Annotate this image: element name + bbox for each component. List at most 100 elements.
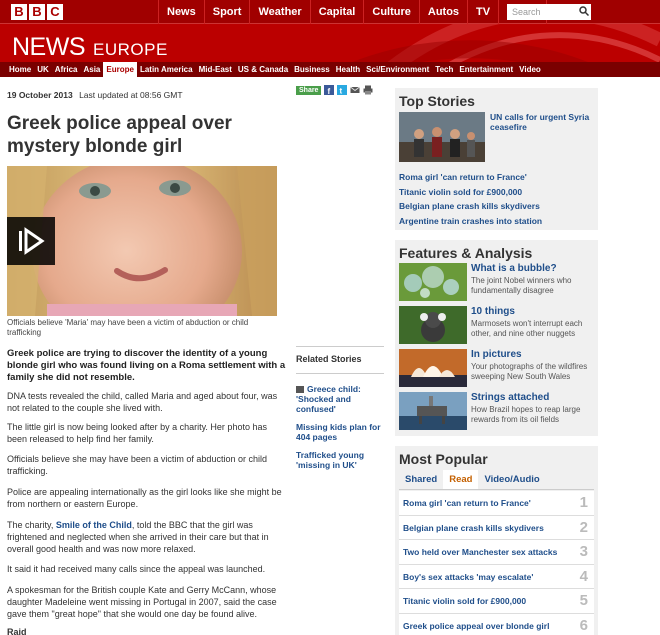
- feature-desc: The joint Nobel winners who fundamentall…: [471, 276, 572, 295]
- global-nav-tv[interactable]: TV: [467, 0, 498, 24]
- related-title: Related Stories: [296, 346, 384, 364]
- article-paragraph: It said it had received many calls since…: [7, 564, 266, 574]
- most-popular-item[interactable]: Belgian plane crash kills skydivers 2: [399, 516, 594, 540]
- logo-letter: B: [29, 4, 45, 20]
- charity-link[interactable]: Smile of the Child: [56, 520, 132, 530]
- tab-shared[interactable]: Shared: [399, 470, 443, 489]
- most-popular-item[interactable]: Boy's sex attacks 'may escalate' 4: [399, 565, 594, 589]
- section-nav-item-active[interactable]: Europe: [103, 62, 137, 77]
- feature-desc: Your photographs of the wildfires sweepi…: [471, 362, 588, 381]
- most-popular-item[interactable]: Titanic violin sold for £900,000 5: [399, 589, 594, 614]
- related-item[interactable]: Greece child: 'Shocked and confused': [296, 384, 384, 414]
- global-nav-sport[interactable]: Sport: [203, 0, 250, 24]
- top-story-item[interactable]: Titanic violin sold for £900,000: [399, 185, 594, 200]
- global-nav-weather[interactable]: Weather: [249, 0, 309, 24]
- rank-number: 2: [579, 518, 588, 536]
- related-item-label: Greece child: 'Shocked and confused': [296, 384, 361, 414]
- global-nav-capital[interactable]: Capital: [309, 0, 364, 24]
- article-subhead: Raid: [7, 627, 27, 635]
- feature-desc: Marmosets won't interrupt each other, an…: [471, 319, 583, 338]
- section-nav-item[interactable]: Business: [291, 62, 333, 77]
- video-play-icon[interactable]: [7, 217, 55, 265]
- top-story-item[interactable]: Belgian plane crash kills skydivers: [399, 199, 594, 214]
- section-nav-item[interactable]: Sci/Environment: [363, 62, 432, 77]
- top-story-lead-link[interactable]: UN calls for urgent Syria ceasefire: [490, 112, 590, 132]
- feature-title: 10 things: [471, 306, 515, 317]
- most-popular-item-label: Boy's sex attacks 'may escalate': [403, 571, 534, 582]
- section-nav-item[interactable]: Latin America: [137, 62, 196, 77]
- features-panel: Features & Analysis What is a bubble? Th…: [395, 240, 598, 436]
- feature-title: In pictures: [471, 349, 522, 360]
- rank-number: 4: [579, 567, 588, 585]
- feature-title: What is a bubble?: [471, 263, 557, 274]
- article-paragraph: Officials believe she may have been a vi…: [7, 454, 267, 476]
- feature-title: Strings attached: [471, 392, 550, 403]
- feature-desc: How Brazil hopes to reap large rewards f…: [471, 405, 581, 424]
- article-date: 19 October 2013: [7, 90, 73, 100]
- top-story-thumbnail[interactable]: [399, 112, 485, 162]
- marmoset-thumbnail: [399, 306, 467, 344]
- most-popular-item[interactable]: Roma girl 'can return to France' 1: [399, 491, 594, 516]
- most-popular-item[interactable]: Greek police appeal over blonde girl 6: [399, 614, 594, 635]
- article-updated: Last updated at 08:56 GMT: [79, 90, 183, 100]
- top-stories-list: Roma girl 'can return to France' Titanic…: [399, 170, 594, 228]
- section-nav-item[interactable]: Video: [516, 62, 544, 77]
- most-popular-list: Roma girl 'can return to France' 1 Belgia…: [399, 491, 594, 635]
- top-story-item[interactable]: Argentine train crashes into station: [399, 214, 594, 229]
- most-popular-tabs: Shared Read Video/Audio: [399, 470, 594, 490]
- print-icon[interactable]: [363, 85, 373, 95]
- news-brand[interactable]: NEWS EUROPE: [12, 33, 168, 62]
- top-story-item[interactable]: Roma girl 'can return to France': [399, 170, 594, 185]
- global-nav-culture[interactable]: Culture: [363, 0, 419, 24]
- rank-number: 5: [579, 592, 588, 609]
- section-nav-item[interactable]: UK: [34, 62, 52, 77]
- bubbles-thumbnail: [399, 263, 467, 301]
- bbc-logo[interactable]: B B C: [11, 4, 63, 20]
- features-title: Features & Analysis: [399, 245, 533, 261]
- top-stories-panel: Top Stories UN calls for urgent Syria ce…: [395, 88, 598, 230]
- rank-number: 3: [579, 543, 588, 560]
- email-icon[interactable]: [350, 85, 361, 95]
- share-bar: Share f t: [296, 85, 373, 95]
- twitter-icon[interactable]: t: [337, 85, 348, 96]
- opera-house-thumbnail: [399, 349, 467, 387]
- brand-name: NEWS: [12, 33, 86, 61]
- divider: [296, 373, 384, 374]
- feature-item[interactable]: What is a bubble? The joint Nobel winner…: [399, 263, 594, 303]
- most-popular-panel: Most Popular Shared Read Video/Audio Rom…: [395, 446, 598, 635]
- svg-text:f: f: [328, 87, 331, 95]
- top-stories-title: Top Stories: [399, 93, 475, 109]
- edition-name: EUROPE: [93, 40, 168, 59]
- related-item[interactable]: Trafficked young 'missing in UK': [296, 450, 384, 470]
- section-nav-item[interactable]: Asia: [80, 62, 103, 77]
- feature-item[interactable]: 10 things Marmosets won't interrupt each…: [399, 306, 594, 346]
- rank-number: 1: [579, 494, 588, 511]
- article-paragraph: The charity, Smile of the Child, told th…: [7, 519, 287, 555]
- svg-text:t: t: [340, 87, 343, 96]
- photo-caption: Officials believe 'Maria' may have been …: [7, 318, 249, 337]
- search-icon[interactable]: [579, 6, 589, 16]
- section-nav-item[interactable]: Mid-East: [196, 62, 235, 77]
- tab-read[interactable]: Read: [443, 470, 479, 489]
- article-paragraph: A spokesman for the British couple Kate …: [7, 585, 277, 619]
- feature-item[interactable]: In pictures Your photographs of the wild…: [399, 349, 594, 389]
- section-nav-item[interactable]: Entertainment: [456, 62, 516, 77]
- section-nav-item[interactable]: US & Canada: [235, 62, 291, 77]
- article-intro: Greek police are trying to discover the …: [7, 348, 286, 383]
- related-stories: Related Stories Greece child: 'Shocked a…: [296, 346, 384, 478]
- most-popular-item[interactable]: Two held over Manchester sex attacks 3: [399, 540, 594, 565]
- facebook-icon[interactable]: f: [324, 85, 335, 95]
- related-item[interactable]: Missing kids plan for 404 pages: [296, 422, 384, 442]
- feature-item[interactable]: Strings attached How Brazil hopes to rea…: [399, 392, 594, 432]
- most-popular-item-label: Roma girl 'can return to France': [403, 498, 531, 508]
- share-button[interactable]: Share: [296, 85, 322, 95]
- global-nav-news[interactable]: News: [158, 0, 204, 24]
- section-nav-item[interactable]: Home: [6, 62, 34, 77]
- article-paragraph: DNA tests revealed the child, called Mar…: [7, 391, 278, 413]
- global-nav-autos[interactable]: Autos: [418, 0, 467, 24]
- tab-video-audio[interactable]: Video/Audio: [478, 470, 545, 489]
- section-nav-item[interactable]: Tech: [432, 62, 456, 77]
- section-nav-item[interactable]: Health: [333, 62, 363, 77]
- article-paragraph: The little girl is now being looked afte…: [7, 422, 267, 444]
- section-nav-item[interactable]: Africa: [52, 62, 81, 77]
